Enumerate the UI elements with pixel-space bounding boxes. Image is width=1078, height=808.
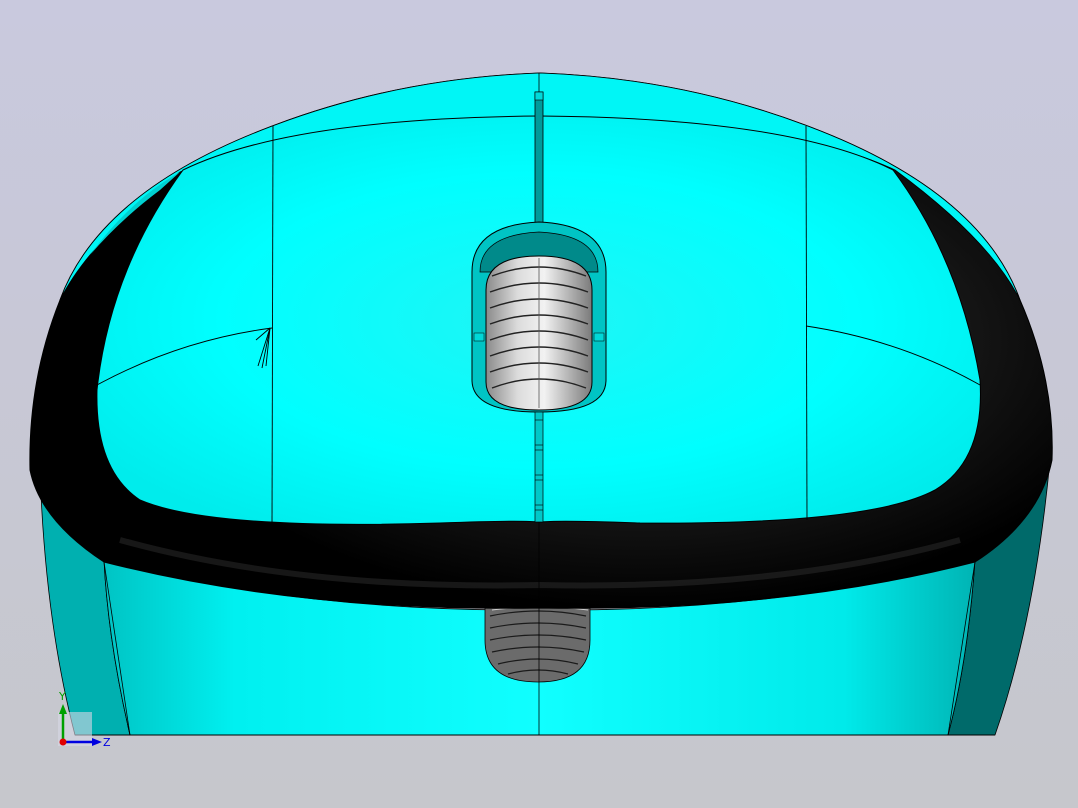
x-axis-point xyxy=(59,738,67,746)
y-axis-label: Y xyxy=(58,690,66,703)
scroll-wheel[interactable] xyxy=(485,255,593,411)
center-seam xyxy=(534,411,544,523)
model-view[interactable]: Y Z xyxy=(0,0,1078,808)
z-axis-label: Z xyxy=(103,736,111,749)
graphics-viewport[interactable]: Y Z xyxy=(0,0,1078,808)
scroll-wheel-lower xyxy=(484,605,591,683)
button-split-slot xyxy=(534,91,544,233)
